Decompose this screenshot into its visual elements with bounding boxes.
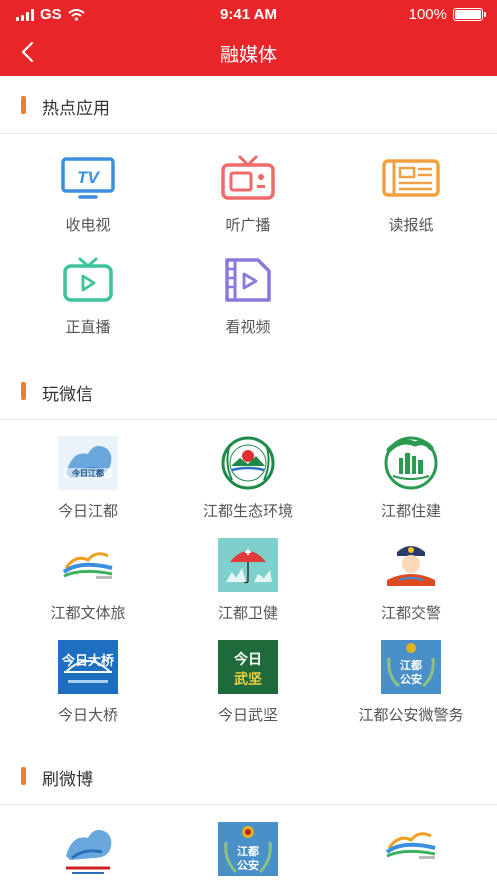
wechat-account-jinri-wujian[interactable]: 今日 武坚 今日武坚 (165, 640, 331, 725)
app-tile-newspaper[interactable]: 读报纸 (328, 155, 494, 235)
account-label: 江都公安微警务 (358, 707, 464, 724)
wechat-account-jinri-daqiao[interactable]: 今日大桥 今日大桥 (5, 640, 171, 725)
app-tile-label: 收电视 (65, 217, 111, 234)
app-tile-radio[interactable]: 听广播 (165, 155, 331, 235)
account-label: 江都住建 (380, 503, 441, 520)
weibo-account-jiangdu-news[interactable] (5, 822, 171, 876)
wechat-account-traffic-police[interactable]: 江都交警 (328, 538, 494, 623)
section-title: 玩微信 (42, 385, 93, 404)
section-header-hot-apps: 热点应用 (0, 76, 497, 134)
weibo-account-culture[interactable] (328, 822, 494, 876)
wechat-account-culture[interactable]: 江都文体旅 (5, 538, 171, 623)
public-security-badge-logo: 江都 公安 (218, 822, 278, 876)
svg-text:江都: 江都 (237, 844, 259, 858)
wechat-account-ecology[interactable]: 江都生态环境 (165, 436, 331, 521)
svg-text:江都: 江都 (400, 658, 422, 672)
live-icon (63, 257, 113, 302)
jiangdu-news-logo (58, 822, 118, 876)
app-tile-label: 听广播 (225, 217, 271, 234)
status-bar: GS 9:41 AM 100% (0, 0, 497, 30)
section-title: 热点应用 (42, 99, 110, 118)
app-tile-label: 读报纸 (388, 217, 434, 234)
app-tile-label: 看视频 (225, 319, 271, 336)
battery-icon (453, 8, 486, 21)
section-header-wechat: 玩微信 (0, 362, 497, 420)
svg-text:TV: TV (77, 168, 100, 187)
health-logo (218, 538, 278, 592)
svg-text:今日江都: 今日江都 (71, 468, 104, 478)
weibo-account-public-security[interactable]: 江都 公安 (165, 822, 331, 876)
account-label: 今日江都 (57, 503, 118, 520)
wechat-account-jinri-jiangdu[interactable]: 今日江都 今日江都 (5, 436, 171, 521)
app-tile-video[interactable]: 看视频 (165, 257, 331, 337)
svg-text:武坚: 武坚 (234, 671, 262, 688)
public-security-logo: 江都 公安 (381, 640, 441, 694)
svg-text:公安: 公安 (400, 672, 422, 686)
section-marker (21, 767, 26, 785)
culture-sports-tourism-logo (58, 538, 118, 592)
account-label: 江都文体旅 (50, 605, 126, 622)
ecology-environment-logo (221, 436, 275, 490)
app-header: GS 9:41 AM 100% 融媒体 (0, 0, 497, 76)
tv-icon: TV (61, 157, 115, 199)
traffic-police-logo (381, 538, 441, 592)
page-title: 融媒体 (219, 45, 277, 66)
housing-construction-logo (384, 436, 438, 490)
account-label: 江都交警 (380, 605, 441, 622)
section-header-weibo: 刷微博 (0, 747, 497, 805)
section-title: 刷微博 (42, 770, 93, 789)
wechat-account-housing[interactable]: 江都住建 (328, 436, 494, 521)
section-marker (21, 96, 26, 114)
radio-icon (221, 155, 275, 200)
account-label: 今日武坚 (217, 707, 278, 724)
account-label: 江都生态环境 (202, 503, 293, 520)
newspaper-icon (382, 159, 440, 197)
wechat-account-public-security[interactable]: 江都 公安 江都公安微警务 (328, 640, 494, 725)
account-label: 江都卫健 (217, 605, 278, 622)
app-tile-live[interactable]: 正直播 (5, 257, 171, 337)
app-tile-label: 正直播 (65, 319, 111, 336)
section-marker (21, 382, 26, 400)
app-tile-tv[interactable]: TV 收电视 (5, 155, 171, 235)
culture-sports-tourism-logo (381, 822, 441, 876)
jinri-daqiao-logo: 今日大桥 (58, 640, 118, 694)
battery-percent: 100% (408, 6, 447, 23)
wechat-account-health[interactable]: 江都卫健 (165, 538, 331, 623)
jinri-wujian-logo: 今日 武坚 (218, 640, 278, 694)
svg-text:公安: 公安 (237, 858, 259, 872)
svg-text:今日大桥: 今日大桥 (61, 653, 115, 669)
account-label: 今日大桥 (57, 707, 118, 724)
svg-text:今日: 今日 (233, 651, 262, 668)
video-icon (225, 258, 271, 302)
jinri-jiangdu-logo: 今日江都 (58, 436, 118, 490)
